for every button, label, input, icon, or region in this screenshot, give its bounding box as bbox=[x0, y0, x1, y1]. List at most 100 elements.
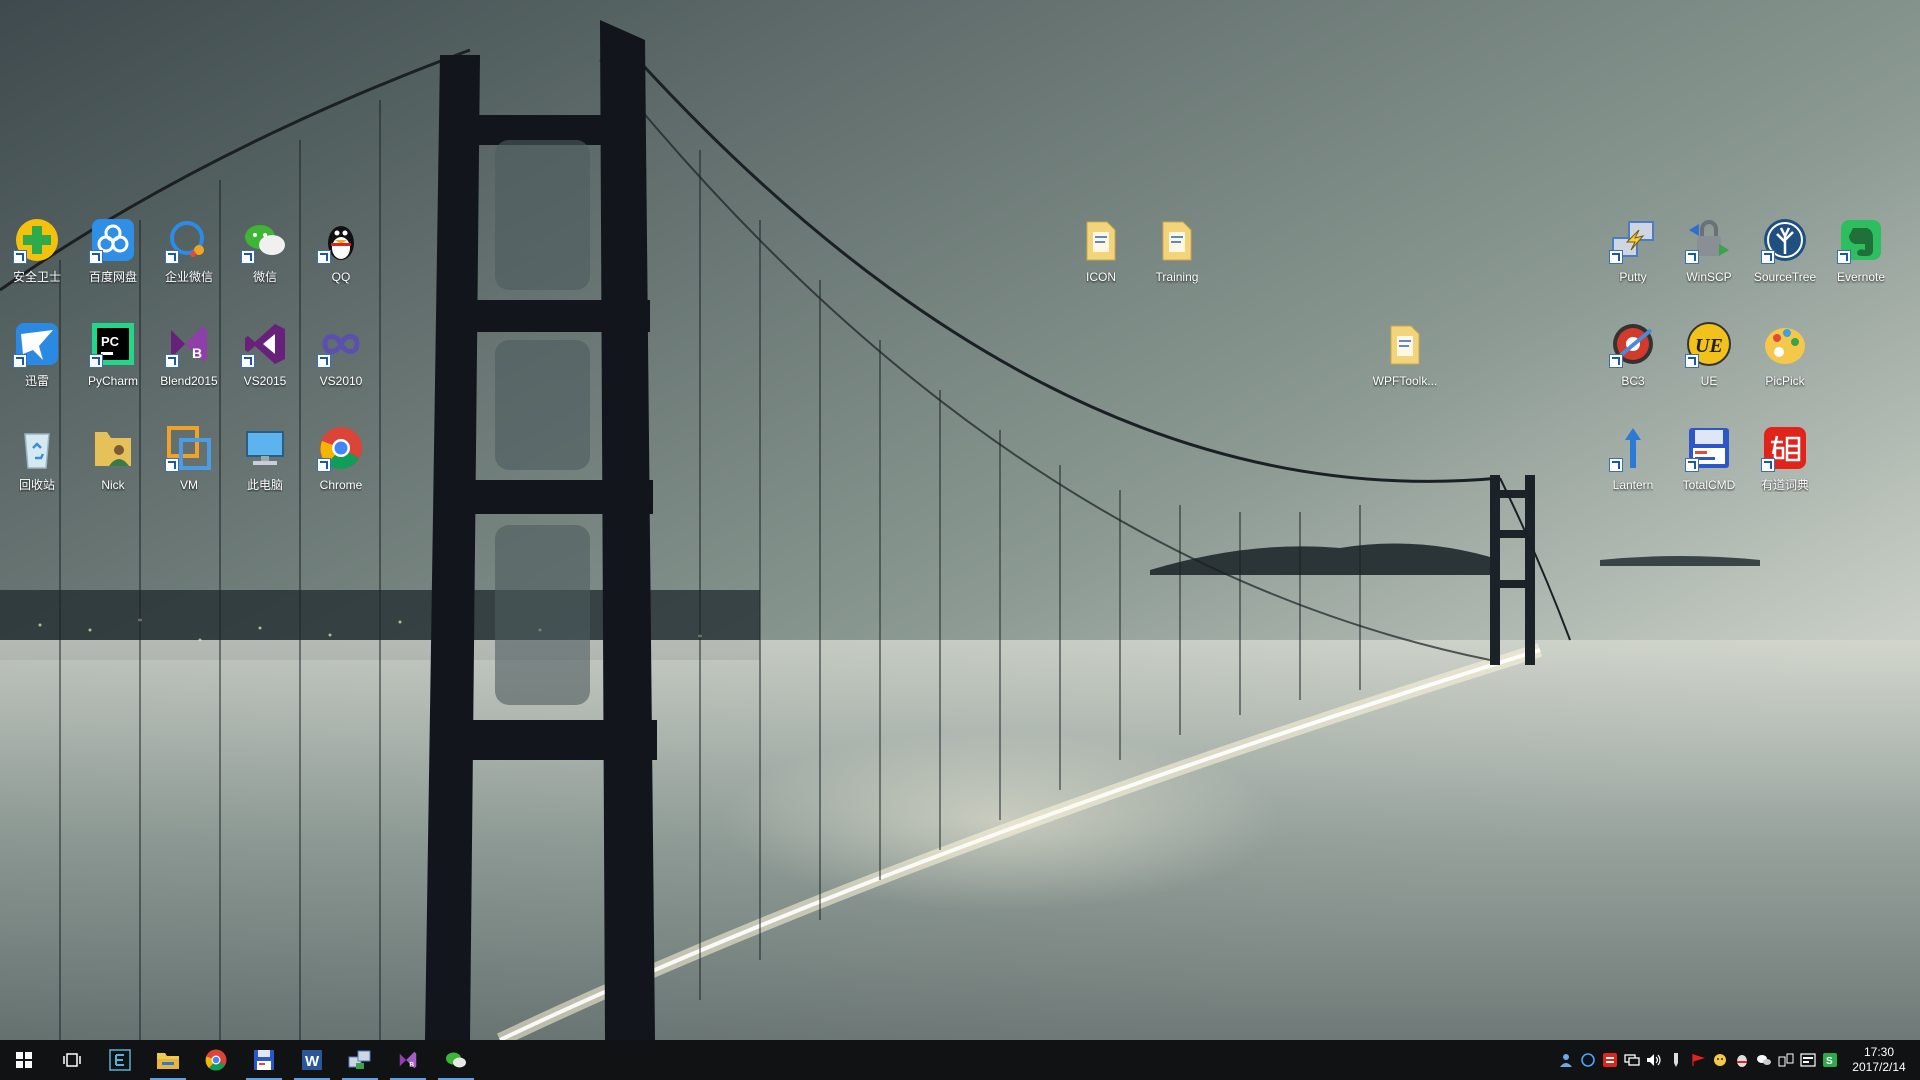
360-security-icon bbox=[13, 216, 61, 264]
edge-button[interactable] bbox=[96, 1040, 144, 1080]
desktop-icon-blend2015[interactable]: B Blend2015 bbox=[152, 316, 226, 404]
shortcut-arrow-icon bbox=[1837, 250, 1851, 264]
icon-label: 迅雷 bbox=[24, 374, 49, 388]
shortcut-arrow-icon bbox=[1685, 458, 1699, 472]
icon-label: 此电脑 bbox=[246, 478, 283, 492]
evernote-icon bbox=[1837, 216, 1885, 264]
shortcut-arrow-icon bbox=[317, 354, 331, 368]
desktop-icon-pycharm[interactable]: PC PyCharm bbox=[76, 316, 150, 404]
qq-tray-icon[interactable] bbox=[1734, 1052, 1750, 1068]
transfer-icon[interactable] bbox=[1778, 1052, 1794, 1068]
clock-time: 17:30 bbox=[1863, 1045, 1895, 1059]
icon-label: Nick bbox=[101, 478, 125, 492]
desktop-icon-vs2010[interactable]: VS2010 bbox=[304, 316, 378, 404]
pen-icon[interactable] bbox=[1668, 1052, 1684, 1068]
shortcut-arrow-icon bbox=[165, 354, 179, 368]
ultraedit-icon: UE bbox=[1685, 320, 1733, 368]
blend-button[interactable]: B bbox=[384, 1040, 432, 1080]
thunder-bird-icon bbox=[13, 320, 61, 368]
blend-icon: B bbox=[399, 1051, 417, 1068]
desktop-icon-nick[interactable]: Nick bbox=[76, 420, 150, 508]
recycle-bin-icon bbox=[13, 424, 61, 472]
desktop-wallpaper bbox=[0, 0, 1920, 1040]
windows-logo-icon bbox=[16, 1052, 32, 1068]
picpick-icon bbox=[1761, 320, 1809, 368]
red-app-icon[interactable] bbox=[1602, 1052, 1618, 1068]
icon-label: VM bbox=[180, 478, 198, 492]
desktop-icon-thunder[interactable]: 迅雷 bbox=[0, 316, 74, 404]
shortcut-arrow-icon bbox=[1685, 250, 1699, 264]
desktop-icon-baidu-netdisk[interactable]: 百度网盘 bbox=[76, 212, 150, 300]
icon-label: PicPick bbox=[1765, 374, 1805, 388]
people-icon[interactable] bbox=[1558, 1052, 1574, 1068]
desktop-icon-winscp[interactable]: WinSCP bbox=[1672, 212, 1746, 300]
wechat-button[interactable] bbox=[432, 1040, 480, 1080]
task-view-button[interactable] bbox=[48, 1040, 96, 1080]
desktop-icon-putty[interactable]: Putty bbox=[1596, 212, 1670, 300]
icon-label: 安全卫士 bbox=[12, 270, 61, 284]
icon-label: Chrome bbox=[319, 478, 363, 492]
sourcetree-icon bbox=[1761, 216, 1809, 264]
flag-icon[interactable] bbox=[1690, 1052, 1706, 1068]
desktop-icon-chrome[interactable]: Chrome bbox=[304, 420, 378, 508]
icon-label: 百度网盘 bbox=[88, 270, 137, 284]
folder-icon bbox=[1153, 216, 1201, 264]
network-tool-button[interactable] bbox=[336, 1040, 384, 1080]
youdao-dict-icon bbox=[1761, 424, 1809, 472]
desktop-icon-sourcetree[interactable]: SourceTree bbox=[1748, 212, 1822, 300]
desktop-icon-folder-wpftoolkit[interactable]: WPFToolk... bbox=[1368, 316, 1442, 404]
desktop-icon-evernote[interactable]: Evernote bbox=[1824, 212, 1898, 300]
total-commander-icon bbox=[1685, 424, 1733, 472]
input-method-icon[interactable] bbox=[1800, 1052, 1816, 1068]
word-button[interactable]: W bbox=[288, 1040, 336, 1080]
chat-bubble-icon[interactable] bbox=[1580, 1052, 1596, 1068]
blend-icon: B bbox=[165, 320, 213, 368]
desktop-icon-wework[interactable]: 企业微信 bbox=[152, 212, 226, 300]
chrome-icon bbox=[317, 424, 365, 472]
pycharm-icon: PC bbox=[89, 320, 137, 368]
green-s-icon[interactable]: S bbox=[1822, 1052, 1838, 1068]
emoji-icon[interactable] bbox=[1712, 1052, 1728, 1068]
desktop-icon-totalcmd[interactable]: TotalCMD bbox=[1672, 420, 1746, 508]
shortcut-arrow-icon bbox=[241, 250, 255, 264]
start-button[interactable] bbox=[0, 1040, 48, 1080]
desktop-icon-bc3[interactable]: BC3 bbox=[1596, 316, 1670, 404]
svg-text:B: B bbox=[409, 1061, 414, 1068]
desktop-icon-recycle-bin[interactable]: 回收站 bbox=[0, 420, 74, 508]
svg-text:W: W bbox=[305, 1053, 320, 1070]
desktop-icon-youdao[interactable]: 有道词典 bbox=[1748, 420, 1822, 508]
icon-label: TotalCMD bbox=[1682, 478, 1736, 492]
desktop-icon-lantern[interactable]: Lantern bbox=[1596, 420, 1670, 508]
shortcut-arrow-icon bbox=[165, 458, 179, 472]
desktop-icon-picpick[interactable]: PicPick bbox=[1748, 316, 1822, 404]
desktop-icon-vm[interactable]: VM bbox=[152, 420, 226, 508]
desktop-icon-qq[interactable]: QQ bbox=[304, 212, 378, 300]
chrome-button[interactable] bbox=[192, 1040, 240, 1080]
icon-label: Putty bbox=[1619, 270, 1647, 284]
shortcut-arrow-icon bbox=[1609, 354, 1623, 368]
icon-label: WPFToolk... bbox=[1372, 374, 1438, 388]
desktop-icon-ue[interactable]: UE UE bbox=[1672, 316, 1746, 404]
this-pc-icon bbox=[241, 424, 289, 472]
desktop-icon-vs2015[interactable]: VS2015 bbox=[228, 316, 302, 404]
qq-penguin-icon bbox=[317, 216, 365, 264]
file-explorer-icon bbox=[157, 1053, 179, 1069]
desktop-icon-folder-icon[interactable]: ICON bbox=[1064, 212, 1138, 300]
volume-icon[interactable] bbox=[1646, 1052, 1662, 1068]
network-tool-icon bbox=[348, 1050, 371, 1069]
shortcut-arrow-icon bbox=[165, 250, 179, 264]
folder-icon bbox=[1077, 216, 1125, 264]
taskbar-clock[interactable]: 17:30 2017/2/14 bbox=[1844, 1045, 1914, 1075]
file-explorer-button[interactable] bbox=[144, 1040, 192, 1080]
desktop-icon-360-security[interactable]: 安全卫士 bbox=[0, 212, 74, 300]
desktop-icon-this-pc[interactable]: 此电脑 bbox=[228, 420, 302, 508]
e-app-icon bbox=[109, 1049, 131, 1071]
save-app-button[interactable] bbox=[240, 1040, 288, 1080]
desktop-icon-folder-training[interactable]: Training bbox=[1140, 212, 1214, 300]
word-icon: W bbox=[302, 1050, 322, 1070]
svg-text:S: S bbox=[1826, 1056, 1833, 1067]
network-icon[interactable] bbox=[1624, 1052, 1640, 1068]
desktop-icon-wechat[interactable]: 微信 bbox=[228, 212, 302, 300]
wechat-tray-icon[interactable] bbox=[1756, 1052, 1772, 1068]
wechat-icon bbox=[241, 216, 289, 264]
